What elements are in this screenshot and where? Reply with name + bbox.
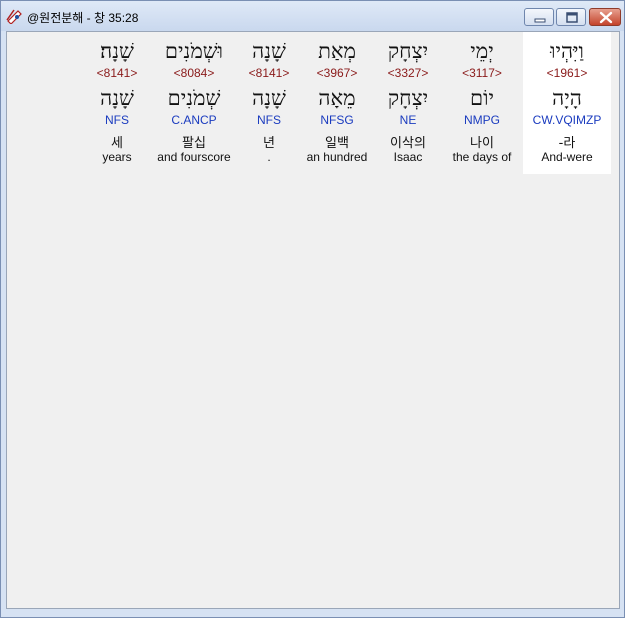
hebrew-word: שָׁנָה [252, 39, 286, 63]
morphology-code: NMPG [464, 113, 500, 127]
strong-number[interactable]: <1961> [523, 66, 611, 80]
hebrew-word: וַיִּהְיוּ [550, 39, 584, 63]
strong-number[interactable]: <8141> [241, 66, 297, 80]
hebrew-word: יִצְחָק [387, 39, 429, 63]
strong-number[interactable]: <3967> [301, 66, 373, 80]
lemma-word: הָיָה [552, 86, 582, 110]
lemma-word: שָׁנָה [252, 86, 286, 110]
maximize-button[interactable] [556, 8, 586, 26]
morphology-code: NE [399, 113, 417, 127]
english-gloss: the days of [452, 150, 512, 164]
word-column[interactable]: יִצְחָק <3327> יִצְחָק NE 이삭의 Isaac [375, 32, 441, 174]
window-title: @원전분해 - 창 35:28 [27, 11, 139, 25]
hebrew-word: יְמֵי [470, 39, 494, 63]
english-gloss: an hundred [306, 150, 368, 164]
english-gloss: . [267, 150, 271, 164]
word-column[interactable]: יְמֵי <3117> יוֹם NMPG 나이 the days of [443, 32, 521, 174]
lemma-word: יוֹם [470, 86, 494, 110]
korean-gloss: 세 [111, 136, 123, 151]
close-icon [599, 11, 613, 24]
lemma-word: שְׁמֹנִים [167, 86, 221, 110]
word-column[interactable]: מְאַת <3967> מֵאָה NFSG 일백 an hundred [301, 32, 373, 174]
lemma-word: יִצְחָק [387, 86, 429, 110]
minimize-icon [534, 18, 546, 23]
word-column[interactable]: וַיִּהְיוּ <1961> הָיָה CW.VQIMZP -라 And… [523, 32, 611, 174]
morphology-code: NFSG [320, 113, 354, 127]
korean-gloss: -라 [558, 136, 576, 151]
strong-number[interactable]: <8141> [89, 66, 145, 80]
strong-number[interactable]: <3327> [375, 66, 441, 80]
lemma-word: שָׁנָה [100, 86, 134, 110]
morphology-code: NFS [257, 113, 281, 127]
korean-gloss: 팔십 [182, 136, 206, 151]
close-button[interactable] [589, 8, 621, 26]
english-gloss: Isaac [393, 150, 423, 164]
korean-gloss: 이삭의 [390, 136, 426, 151]
korean-gloss: 일백 [325, 136, 349, 151]
title-bar[interactable]: @원전분해 - 창 35:28 [1, 1, 624, 31]
word-column[interactable]: וּשְׁמֹנִים <8084> שְׁמֹנִים C.ANCP 팔십 a… [151, 32, 237, 174]
english-gloss: And-were [541, 150, 593, 164]
morphology-code: CW.VQIMZP [532, 113, 602, 127]
hebrew-word: וּשְׁמֹנִים [164, 39, 224, 63]
word-column[interactable]: שָׁנָה <8141> שָׁנָה NFS 년 . [241, 32, 297, 174]
lemma-word: מֵאָה [318, 86, 356, 110]
app-window: @원전분해 - 창 35:28 וַיִּהְיוּ <1961> הָיָה … [0, 0, 625, 618]
status-bar [2, 610, 623, 617]
hebrew-word: מְאַת [318, 39, 356, 63]
word-column[interactable]: שָׁנָה׃ <8141> שָׁנָה NFS 세 years [89, 32, 145, 174]
morphology-code: NFS [105, 113, 129, 127]
morphology-code: C.ANCP [171, 113, 217, 127]
strong-number[interactable]: <8084> [151, 66, 237, 80]
app-icon[interactable] [5, 8, 23, 25]
korean-gloss: 나이 [470, 136, 494, 151]
korean-gloss: 년 [263, 136, 275, 151]
hebrew-word: שָׁנָה׃ [100, 39, 134, 63]
strong-number[interactable]: <3117> [443, 66, 521, 80]
interlinear-panel[interactable]: וַיִּהְיוּ <1961> הָיָה CW.VQIMZP -라 And… [6, 31, 620, 609]
english-gloss: and fourscore [157, 150, 231, 164]
english-gloss: years [102, 150, 132, 164]
maximize-icon [566, 12, 578, 23]
minimize-button[interactable] [524, 8, 554, 26]
